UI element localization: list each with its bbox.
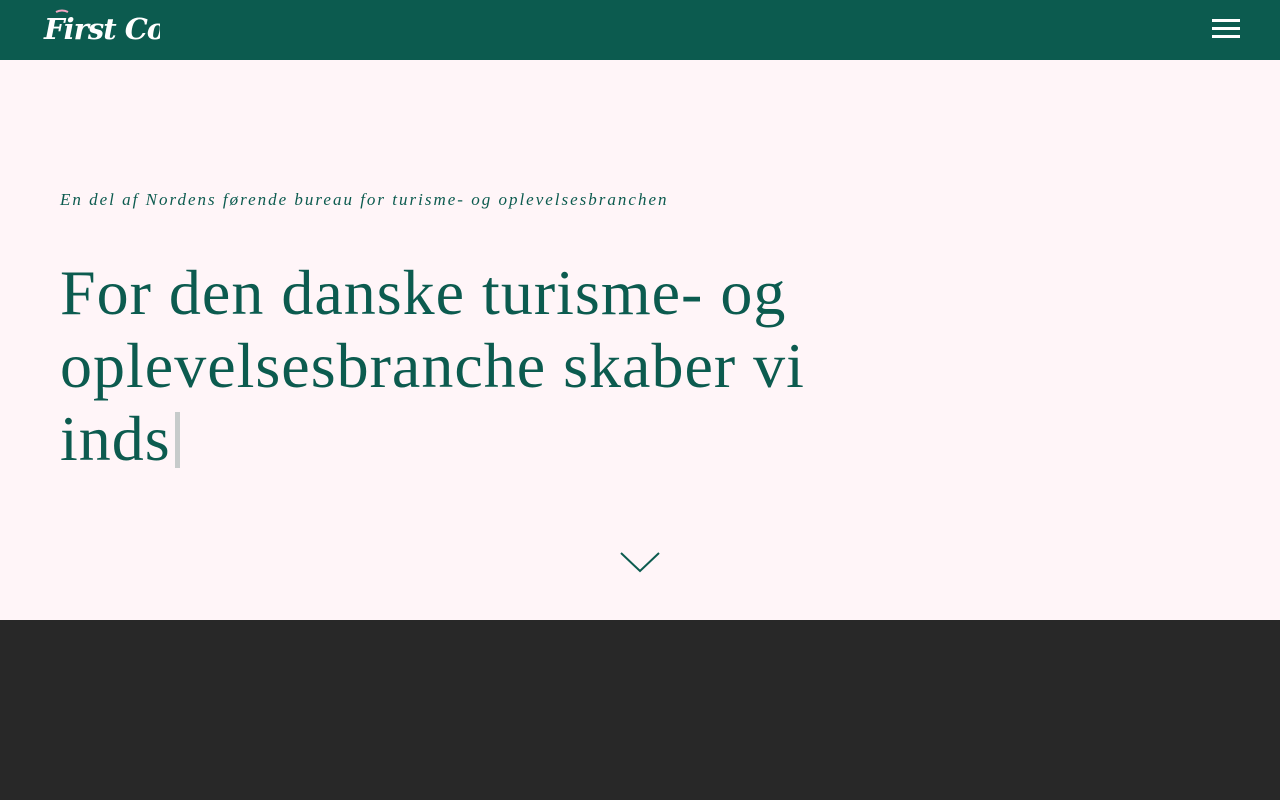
hamburger-menu-icon-line xyxy=(1212,35,1240,38)
chevron-down-icon xyxy=(620,552,660,573)
logo-mark: First Coffee xyxy=(43,9,225,46)
first-coffee-logo[interactable]: First Coffee xyxy=(42,8,225,52)
hamburger-menu-button[interactable] xyxy=(1204,14,1248,46)
hero-headline: For den danske turisme- og oplevelsesbra… xyxy=(60,256,820,475)
typing-caret xyxy=(174,412,180,468)
hamburger-menu-icon xyxy=(1212,19,1240,22)
scroll-down-button[interactable] xyxy=(616,544,664,576)
hero-headline-text: For den danske turisme- og oplevelsesbra… xyxy=(60,257,805,474)
hero-tagline: En del af Nordens førende bureau for tur… xyxy=(60,190,669,209)
logo-text: First Coffee xyxy=(43,12,160,46)
hamburger-menu-icon-line xyxy=(1212,27,1240,30)
site-header: First Coffee xyxy=(0,0,1280,60)
dark-content-section xyxy=(0,620,1280,800)
hero-section: En del af Nordens førende bureau for tur… xyxy=(0,60,1280,620)
